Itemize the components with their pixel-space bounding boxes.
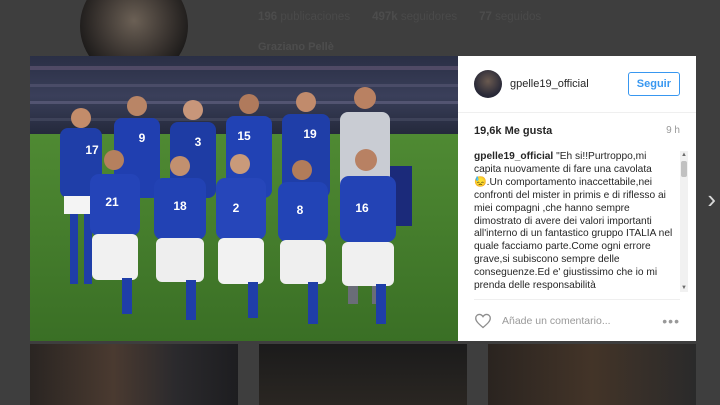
follow-button[interactable]: Seguir — [627, 72, 680, 96]
likes-count[interactable]: 19,6k Me gusta — [474, 125, 552, 147]
scroll-up-arrow-icon[interactable]: ▲ — [680, 151, 688, 159]
jersey-number: 3 — [195, 135, 202, 149]
jersey-number: 17 — [85, 143, 99, 157]
jersey-number: 19 — [303, 127, 317, 141]
likes-row: 19,6k Me gusta 9 h — [458, 113, 696, 147]
heart-icon[interactable] — [474, 313, 492, 329]
jersey-number: 16 — [355, 201, 369, 215]
post-sidebar: gpelle19_official Seguir 19,6k Me gusta … — [458, 56, 696, 341]
author-username[interactable]: gpelle19_official — [510, 78, 628, 90]
grid-thumbnail[interactable] — [259, 344, 467, 405]
posts-stat: 196 publicaciones — [258, 11, 351, 23]
jersey-number: 8 — [297, 203, 304, 217]
author-avatar[interactable] — [474, 70, 502, 98]
caption-text: "Eh si!!Purtroppo,mi capita nuovamente d… — [474, 151, 673, 292]
caption-scrollbar[interactable]: ▲ ▼ — [680, 151, 688, 292]
post-caption: gpelle19_official "Eh si!!Purtroppo,mi c… — [474, 151, 688, 292]
post-photo[interactable]: 17 9 3 15 19 21 18 2 8 16 — [30, 56, 458, 341]
scroll-thumb[interactable] — [681, 161, 687, 177]
caption-area: gpelle19_official "Eh si!!Purtroppo,mi c… — [474, 151, 688, 292]
comment-input[interactable] — [502, 314, 663, 327]
jersey-number: 2 — [233, 201, 240, 215]
scroll-down-arrow-icon[interactable]: ▼ — [680, 284, 688, 292]
next-post-arrow-icon[interactable]: › — [707, 186, 716, 212]
jersey-number: 18 — [173, 199, 187, 213]
post-modal: 17 9 3 15 19 21 18 2 8 16 gpelle19_offic… — [30, 56, 696, 341]
comment-row: ••• — [474, 299, 680, 341]
following-stat[interactable]: 77 seguidos — [479, 11, 541, 23]
jersey-number: 15 — [237, 129, 251, 143]
team-photo-illustration: 17 9 3 15 19 21 18 2 8 16 — [30, 56, 458, 341]
post-header: gpelle19_official Seguir — [458, 56, 696, 113]
profile-full-name: Graziano Pellè — [258, 41, 334, 53]
followers-stat[interactable]: 497k seguidores — [372, 11, 457, 23]
caption-username[interactable]: gpelle19_official — [474, 151, 553, 162]
more-options-icon[interactable]: ••• — [662, 313, 680, 329]
post-timestamp: 9 h — [666, 125, 680, 136]
jersey-number: 9 — [139, 131, 146, 145]
grid-thumbnail[interactable] — [488, 344, 696, 405]
profile-stats: 196 publicaciones 497k seguidores 77 seg… — [258, 11, 541, 23]
grid-thumbnail[interactable] — [30, 344, 238, 405]
jersey-number: 21 — [105, 195, 119, 209]
